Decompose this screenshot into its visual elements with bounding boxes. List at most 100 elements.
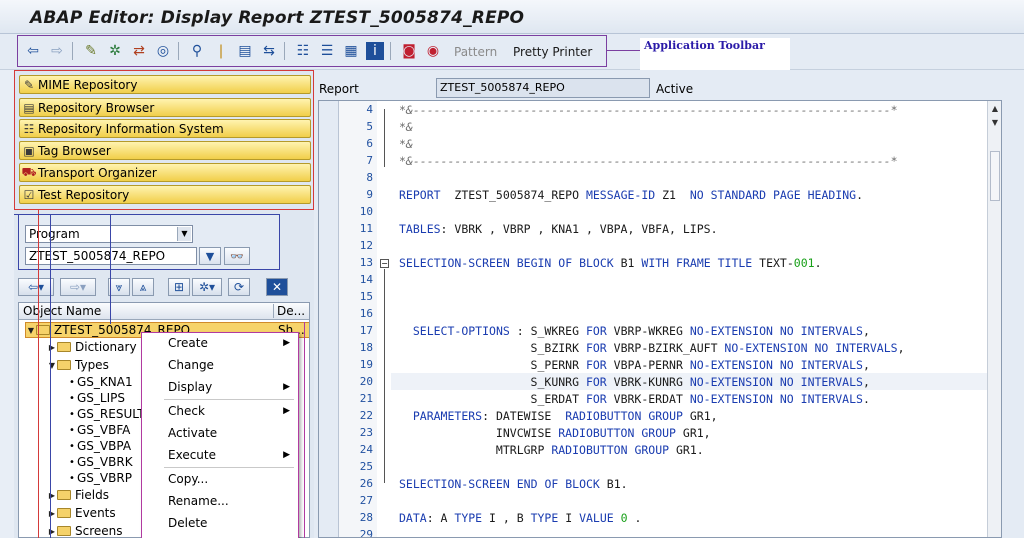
expand-triangle-icon[interactable]: ▶ <box>47 509 57 518</box>
code-line[interactable]: TABLES: VBRK , VBRP , KNA1 , VBPA, VBFA,… <box>399 222 1001 236</box>
code-line[interactable]: MTRLGRP RADIOBUTTON GROUP GR1. <box>399 443 1001 457</box>
tree-column-object-name[interactable]: Object Name <box>23 304 101 318</box>
code-line[interactable]: INVCWISE RADIOBUTTON GROUP GR1, <box>399 426 1001 440</box>
line-number: 19 <box>359 358 373 371</box>
mime-repository-button[interactable]: ✎ MIME Repository <box>19 75 311 94</box>
display-change-icon[interactable]: ✎ <box>82 42 100 60</box>
menu-item-check[interactable]: Check ▶ <box>142 401 298 421</box>
code-line[interactable]: S_PERNR FOR VBPA-PERNR NO-EXTENSION NO I… <box>399 358 1001 372</box>
pretty-printer-button[interactable]: Pretty Printer <box>513 45 592 59</box>
scroll-up-icon[interactable]: ▲ <box>989 103 1001 115</box>
menu-item-execute[interactable]: Execute ▶ <box>142 445 298 465</box>
code-line[interactable]: S_BZIRK FOR VBRP-BZIRK_AUFT NO-EXTENSION… <box>399 341 1001 355</box>
tree-header: Object Name De... <box>19 303 309 320</box>
code-line[interactable]: *& <box>399 120 1001 134</box>
enhancement-icon[interactable]: ⇆ <box>260 42 278 60</box>
where-used-icon[interactable]: ▤ <box>236 42 254 60</box>
menu-item-display[interactable]: Display ▶ <box>142 377 298 397</box>
annotation-line <box>38 210 39 538</box>
repository-information-system-button[interactable]: ☷ Repository Information System <box>19 119 311 138</box>
collapse-icon[interactable]: ⩓ <box>132 278 154 296</box>
fold-toggle-icon[interactable]: − <box>380 259 389 268</box>
tree-row-label: Screens <box>75 524 123 538</box>
toolbar-separator <box>284 42 285 60</box>
code-line[interactable]: SELECTION-SCREEN END OF BLOCK B1. <box>399 477 1001 491</box>
tree-column-description[interactable]: De... <box>273 304 305 318</box>
menu-item-change[interactable]: Change <box>142 355 298 375</box>
code-line[interactable]: SELECT-OPTIONS : S_WKREG FOR VBRP-WKREG … <box>399 324 1001 338</box>
tree-row-item[interactable]: • GS_RESULT <box>67 406 145 422</box>
tree-row-item[interactable]: • GS_VBFA <box>67 422 130 438</box>
navigation-window-icon[interactable]: ☰ <box>318 42 336 60</box>
navigator-toolbar: ⇦▾ ⇨▾ ⩔ ⩓ ⊞ ✲▾ ⟳ ✕ <box>18 276 310 298</box>
nav-forward-icon[interactable]: ⇨▾ <box>60 278 96 296</box>
menu-item-create[interactable]: Create ▶ <box>142 333 298 353</box>
back-arrow-icon[interactable]: ⇦ <box>24 42 42 60</box>
menu-item-copy[interactable]: Copy... <box>142 469 298 489</box>
code-line[interactable]: *& <box>399 137 1001 151</box>
line-number: 16 <box>359 307 373 320</box>
tree-row-events[interactable]: ▶ Events <box>47 505 116 521</box>
syntax-check-icon[interactable]: ◎ <box>154 42 172 60</box>
code-line[interactable]: *&--------------------------------------… <box>399 103 1001 117</box>
expand-triangle-icon[interactable]: ▶ <box>47 527 57 536</box>
tree-row-types[interactable]: ▼ Types <box>47 357 109 373</box>
code-line[interactable]: S_KUNRG FOR VBRK-KUNRG NO-EXTENSION NO I… <box>399 375 1001 389</box>
close-icon[interactable]: ✕ <box>266 278 288 296</box>
tree-row-screens[interactable]: ▶ Screens <box>47 523 123 538</box>
pattern-button[interactable]: Pattern <box>454 45 497 59</box>
menu-item-delete[interactable]: Delete <box>142 513 298 533</box>
repository-browser-button[interactable]: ▤ Repository Browser <box>19 98 311 117</box>
nav-back-icon[interactable]: ⇦▾ <box>18 278 54 296</box>
breakpoint-icon[interactable]: ◙ <box>400 42 418 60</box>
tree-row-item[interactable]: • GS_LIPS <box>67 390 125 406</box>
refresh-icon[interactable]: ⟳ <box>228 278 250 296</box>
tree-row-label: GS_VBPA <box>77 439 132 453</box>
display-object-icon[interactable]: 👓 <box>224 247 250 265</box>
settings-icon[interactable]: ✲▾ <box>192 278 222 296</box>
tree-row-dictionary[interactable]: ▶ Dictionary S <box>47 339 148 355</box>
chevron-down-icon[interactable]: ▼ <box>177 227 191 241</box>
code-line[interactable]: S_ERDAT FOR VBRK-ERDAT NO-EXTENSION NO I… <box>399 392 1001 406</box>
tree-row-item[interactable]: • GS_VBRP <box>67 470 132 486</box>
vertical-scrollbar[interactable]: ▲ ▼ <box>987 101 1001 537</box>
tag-browser-button[interactable]: ▣ Tag Browser <box>19 141 311 160</box>
menu-item-rename[interactable]: Rename... <box>142 491 298 511</box>
report-status: Active <box>656 82 694 96</box>
external-breakpoint-icon[interactable]: ◉ <box>424 42 442 60</box>
expand-icon[interactable]: ⩔ <box>108 278 130 296</box>
code-line[interactable]: SELECTION-SCREEN BEGIN OF BLOCK B1 WITH … <box>399 256 1001 270</box>
object-list-icon[interactable]: ☷ <box>294 42 312 60</box>
tree-row-item[interactable]: • GS_KNA1 <box>67 374 133 390</box>
test-repository-button[interactable]: ☑ Test Repository <box>19 185 311 204</box>
scroll-down-icon[interactable]: ▼ <box>989 117 1001 129</box>
code-editor[interactable]: 4 5 6 7 8 9 10 11 12 13 14 15 16 17 18 19 20 21 22 23 24 25 26… <box>318 100 1002 538</box>
other-object-icon[interactable]: ✲ <box>106 42 124 60</box>
menu-item-activate[interactable]: Activate <box>142 423 298 443</box>
expand-triangle-icon[interactable]: ▶ <box>47 491 57 500</box>
object-name-dropdown-button[interactable]: ▼ <box>199 247 221 265</box>
test-icon[interactable]: ❘ <box>212 42 230 60</box>
info-icon[interactable]: i <box>366 42 384 60</box>
collapse-triangle-icon[interactable]: ▼ <box>47 361 57 370</box>
tree-row-item[interactable]: • GS_VBRK <box>67 454 133 470</box>
activate-icon[interactable]: ⚲ <box>188 42 206 60</box>
report-name-field[interactable]: ZTEST_5005874_REPO <box>436 78 650 98</box>
scroll-thumb[interactable] <box>990 151 1000 201</box>
hierarchy-icon[interactable]: ⊞ <box>168 278 190 296</box>
forward-arrow-icon[interactable]: ⇨ <box>48 42 66 60</box>
active-inactive-icon[interactable]: ⇄ <box>130 42 148 60</box>
code-line[interactable]: PARAMETERS: DATEWISE RADIOBUTTON GROUP G… <box>399 409 1001 423</box>
code-line[interactable]: DATA: A TYPE I , B TYPE I VALUE 0 . <box>399 511 1001 525</box>
display-object-list-icon[interactable]: ▦ <box>342 42 360 60</box>
submenu-arrow-icon: ▶ <box>283 338 290 348</box>
expand-triangle-icon[interactable]: ▶ <box>47 343 57 352</box>
collapse-triangle-icon[interactable]: ▼ <box>26 326 36 335</box>
tree-row-item[interactable]: • GS_VBPA <box>67 438 131 454</box>
transport-organizer-button[interactable]: ⛟ Transport Organizer <box>19 163 311 182</box>
code-line[interactable]: *&--------------------------------------… <box>399 154 1001 168</box>
bullet-icon: • <box>69 376 75 388</box>
tree-row-fields[interactable]: ▶ Fields <box>47 487 109 503</box>
code-line[interactable]: REPORT ZTEST_5005874_REPO MESSAGE-ID Z1 … <box>399 188 1001 202</box>
menu-item-label: Check <box>168 404 205 418</box>
